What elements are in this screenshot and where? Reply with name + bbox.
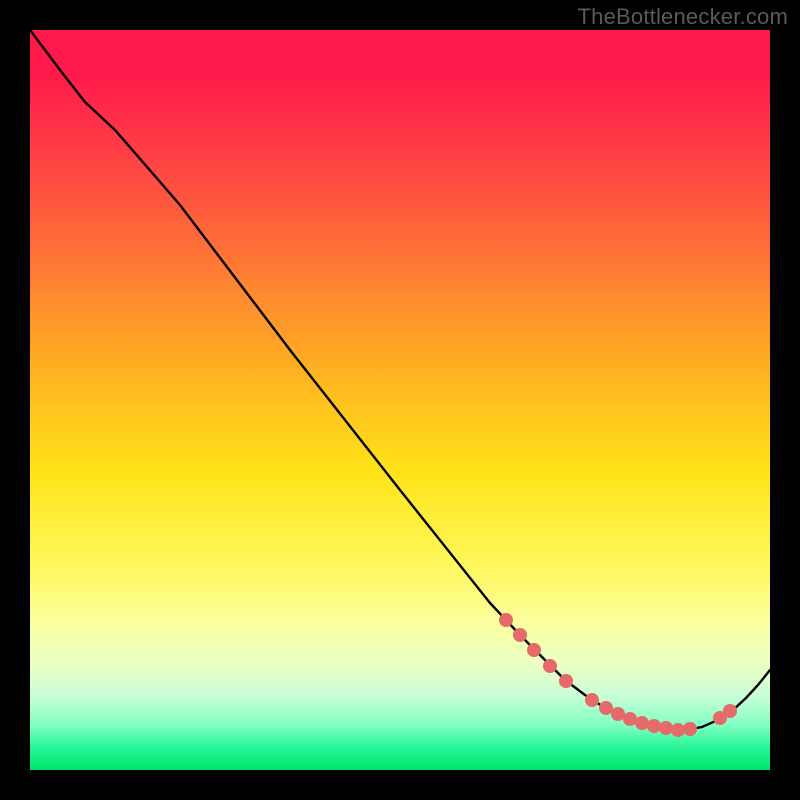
chart-stage: TheBottlenecker.com: [0, 0, 800, 800]
highlight-dot: [611, 707, 625, 721]
curve-line: [30, 30, 770, 730]
highlight-dot: [671, 723, 685, 737]
highlight-dot: [559, 674, 573, 688]
highlight-dot: [623, 712, 637, 726]
highlight-dot: [683, 722, 697, 736]
highlight-dot: [723, 704, 737, 718]
highlight-dot: [635, 716, 649, 730]
watermark-text: TheBottlenecker.com: [578, 4, 788, 30]
highlight-dot: [659, 721, 673, 735]
marker-group: [499, 613, 737, 737]
highlight-dot: [585, 693, 599, 707]
highlight-dot: [513, 628, 527, 642]
highlight-dot: [527, 643, 541, 657]
plot-area: [30, 30, 770, 770]
highlight-dot: [543, 659, 557, 673]
highlight-dot: [499, 613, 513, 627]
highlight-dot: [599, 701, 613, 715]
chart-overlay: [30, 30, 770, 770]
highlight-dot: [647, 719, 661, 733]
